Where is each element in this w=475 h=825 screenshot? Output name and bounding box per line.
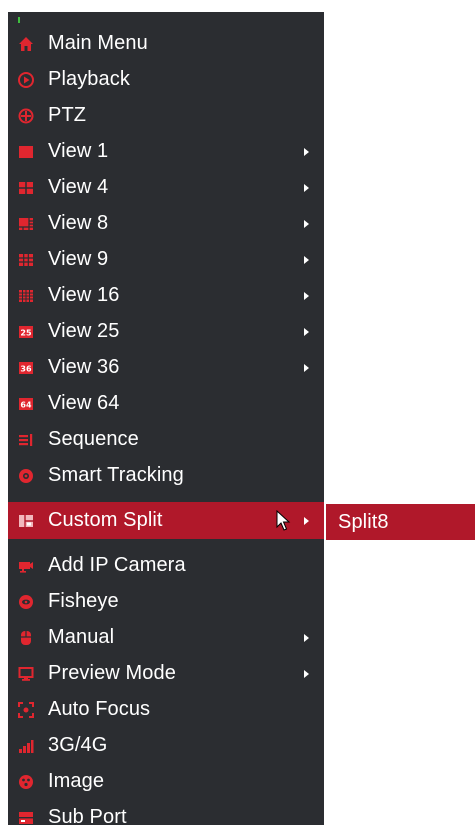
smart-tracking-icon <box>18 468 34 484</box>
submenu-arrow-icon <box>304 219 309 228</box>
menu-item-label: View 9 <box>48 248 109 270</box>
menu-item-auto-focus[interactable]: Auto Focus <box>8 691 324 728</box>
svg-text:36: 36 <box>20 364 32 373</box>
menu-item-label: View 16 <box>48 284 120 306</box>
context-menu: Main Menu Playback PTZ View 1 View 4 Vie… <box>8 12 324 825</box>
menu-item-add-ip-camera[interactable]: Add IP Camera <box>8 547 324 584</box>
menu-item-view-36[interactable]: 36 View 36 <box>8 349 324 386</box>
menu-item-label: Custom Split <box>48 509 163 531</box>
sequence-icon <box>18 432 34 448</box>
submenu-arrow-icon <box>304 183 309 192</box>
preview-mode-icon <box>18 666 34 682</box>
menu-item-view-4[interactable]: View 4 <box>8 169 324 206</box>
menu-item-label: Add IP Camera <box>48 554 186 576</box>
submenu-arrow-icon <box>304 363 309 372</box>
menu-item-label: 3G/4G <box>48 734 108 756</box>
signal-icon <box>18 738 34 754</box>
menu-item-label: Image <box>48 770 105 792</box>
menu-item-view-16[interactable]: View 16 <box>8 277 324 314</box>
menu-item-label: View 25 <box>48 320 120 342</box>
sub-port-icon <box>18 810 34 825</box>
menu-item-label: View 36 <box>48 356 120 378</box>
submenu-arrow-icon <box>304 327 309 336</box>
view16-icon <box>18 288 34 304</box>
view4-icon <box>18 180 34 196</box>
menu-item-label: PTZ <box>48 104 87 126</box>
menu-item-label: View 1 <box>48 140 109 162</box>
menu-item-view-64[interactable]: 64 View 64 <box>8 385 324 422</box>
menu-item-sub-port[interactable]: Sub Port <box>8 799 324 825</box>
menu-item-label: Fisheye <box>48 590 119 612</box>
menu-item-smart-tracking[interactable]: Smart Tracking <box>8 457 324 494</box>
add-ip-camera-icon <box>18 558 34 574</box>
ptz-icon <box>18 108 34 124</box>
submenu-arrow-icon <box>304 255 309 264</box>
view1-icon <box>18 144 34 160</box>
submenu-arrow-icon <box>304 516 309 525</box>
menu-item-custom-split[interactable]: Custom Split <box>8 502 324 539</box>
manual-icon <box>18 630 34 646</box>
menu-item-label: View 4 <box>48 176 109 198</box>
menu-item-image[interactable]: Image <box>8 763 324 800</box>
submenu-item-split8[interactable]: Split8 <box>326 504 475 540</box>
view8-icon <box>18 216 34 232</box>
custom-split-submenu: Split8 <box>326 504 475 540</box>
menu-item-3g-4g[interactable]: 3G/4G <box>8 727 324 764</box>
home-icon <box>18 36 34 52</box>
menu-item-label: Sub Port <box>48 806 127 825</box>
mouse-pointer-icon <box>276 509 292 537</box>
corner-mark <box>18 17 20 23</box>
menu-item-playback[interactable]: Playback <box>8 61 324 98</box>
menu-item-label: Preview Mode <box>48 662 176 684</box>
menu-item-label: Playback <box>48 68 130 90</box>
menu-item-ptz[interactable]: PTZ <box>8 97 324 134</box>
menu-item-label: Sequence <box>48 428 139 450</box>
menu-item-label: View 8 <box>48 212 109 234</box>
menu-item-main-menu[interactable]: Main Menu <box>8 25 324 62</box>
menu-item-manual[interactable]: Manual <box>8 619 324 656</box>
playback-icon <box>18 71 34 88</box>
submenu-arrow-icon <box>304 633 309 642</box>
custom-split-icon <box>18 513 34 529</box>
view25-icon: 25 <box>18 324 34 340</box>
menu-item-view-9[interactable]: View 9 <box>8 241 324 278</box>
submenu-arrow-icon <box>304 147 309 156</box>
menu-item-view-8[interactable]: View 8 <box>8 205 324 242</box>
menu-item-preview-mode[interactable]: Preview Mode <box>8 655 324 692</box>
menu-item-label: Auto Focus <box>48 698 151 720</box>
view36-icon: 36 <box>18 360 34 376</box>
menu-item-label: Main Menu <box>48 32 148 54</box>
view64-icon: 64 <box>18 396 34 412</box>
image-icon <box>18 774 34 790</box>
menu-item-label: Smart Tracking <box>48 464 184 486</box>
menu-item-fisheye[interactable]: Fisheye <box>8 583 324 620</box>
menu-item-label: Manual <box>48 626 115 648</box>
svg-text:25: 25 <box>20 328 32 337</box>
menu-item-sequence[interactable]: Sequence <box>8 421 324 458</box>
menu-item-view-25[interactable]: 25 View 25 <box>8 313 324 350</box>
submenu-arrow-icon <box>304 669 309 678</box>
menu-item-view-1[interactable]: View 1 <box>8 133 324 170</box>
submenu-arrow-icon <box>304 291 309 300</box>
view9-icon <box>18 252 34 268</box>
fisheye-icon <box>18 594 34 610</box>
svg-text:64: 64 <box>20 400 32 409</box>
menu-item-label: View 64 <box>48 392 120 414</box>
auto-focus-icon <box>18 701 34 718</box>
submenu-item-label: Split8 <box>338 510 389 533</box>
